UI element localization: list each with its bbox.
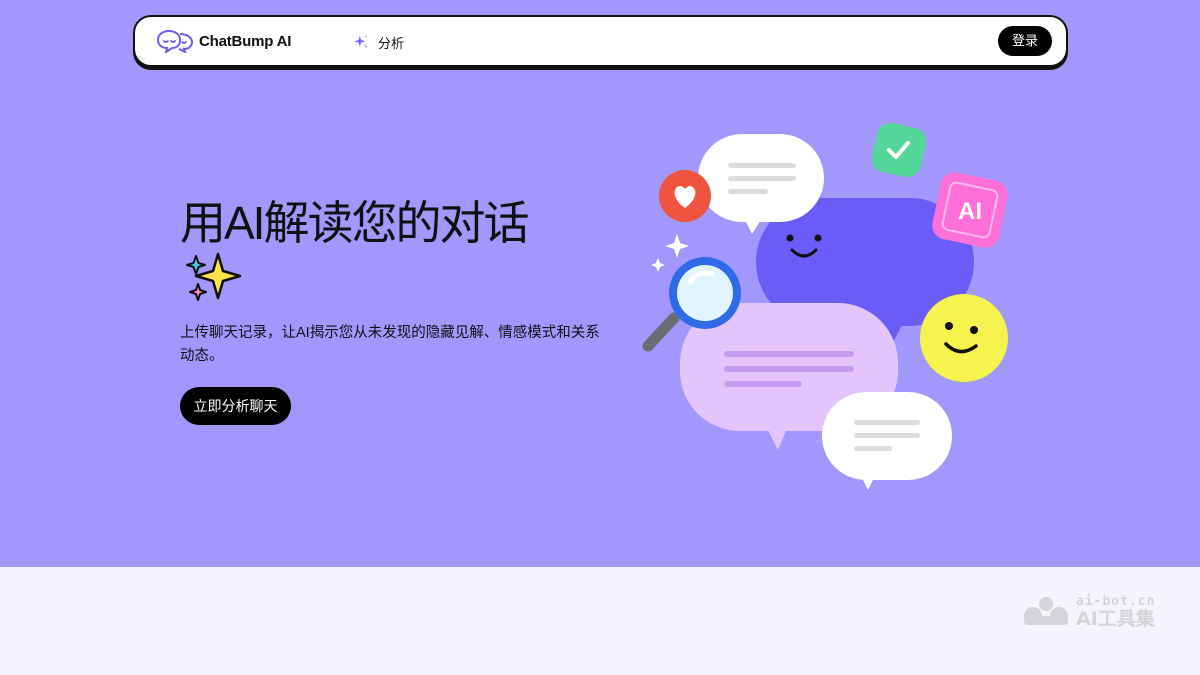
heart-icon (659, 170, 711, 222)
navbar: ChatBump AI 分析 登录 (133, 15, 1068, 67)
sparkle-icon (354, 34, 369, 49)
watermark-name: AI工具集 (1076, 608, 1155, 630)
login-button[interactable]: 登录 (997, 26, 1052, 56)
ai-badge-text: AI (958, 198, 982, 225)
watermark: ai-bot.cn AI工具集 (1022, 595, 1155, 629)
brand-name: ChatBump AI (199, 32, 292, 50)
hero-section: ChatBump AI 分析 登录 用AI解读您的对话 上传聊天记录，让AI揭示… (0, 0, 1200, 567)
nav-link-analysis[interactable]: 分析 (353, 33, 404, 52)
smiley-icon (920, 294, 1008, 382)
brand[interactable]: ChatBump AI (157, 29, 291, 53)
chat-faces-logo-icon (157, 29, 193, 53)
sparkles-icon (186, 252, 242, 301)
ai-badge: AI (932, 172, 1008, 248)
hero-description: 上传聊天记录，让AI揭示您从未发现的隐藏见解、情感模式和关系动态。 (180, 325, 600, 364)
watermark-logo-icon (1024, 597, 1068, 625)
chat-analysis-illustration: AI (642, 122, 1008, 490)
nav-link-label: 分析 (378, 36, 405, 51)
speech-bubble-icon (822, 392, 952, 490)
watermark-domain: ai-bot.cn (1076, 594, 1156, 609)
check-icon (871, 122, 927, 178)
hero-title: 用AI解读您的对话 (180, 197, 529, 249)
analyze-chat-button[interactable]: 立即分析聊天 (180, 387, 291, 425)
